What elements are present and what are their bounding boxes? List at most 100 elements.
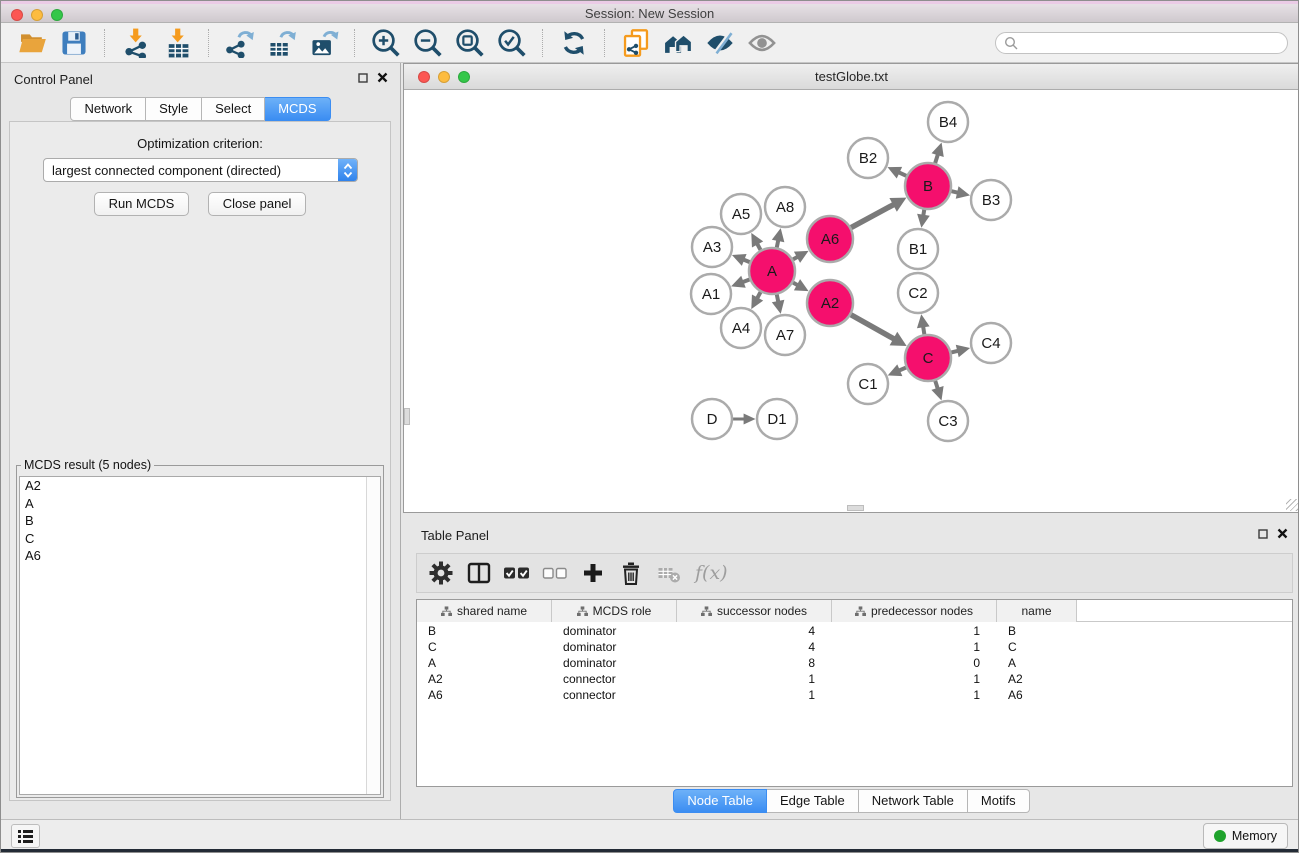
float-panel-icon[interactable] (358, 73, 368, 83)
table-row[interactable]: Bdominator41B (417, 623, 1292, 639)
home-button[interactable] (661, 26, 695, 60)
column-header-predecessor-nodes[interactable]: predecessor nodes (832, 600, 997, 622)
open-folder-icon (17, 28, 47, 58)
search-input[interactable] (1023, 35, 1279, 51)
table-cell[interactable]: 4 (677, 623, 832, 639)
export-table-icon (267, 28, 297, 58)
split-handle-horizontal[interactable] (847, 505, 864, 511)
run-mcds-button[interactable]: Run MCDS (94, 192, 190, 216)
table-cell[interactable]: dominator (552, 655, 677, 671)
column-header-successor-nodes[interactable]: successor nodes (677, 600, 832, 622)
refresh-button[interactable] (557, 26, 591, 60)
table-cell[interactable]: 0 (832, 655, 997, 671)
close-panel-icon[interactable] (1277, 528, 1288, 539)
zoom-selected-button[interactable] (495, 26, 529, 60)
table-cell[interactable]: 1 (832, 671, 997, 687)
tab-edge-table[interactable]: Edge Table (767, 789, 859, 813)
column-header-mcds-role[interactable]: MCDS role (552, 600, 677, 622)
export-image-button[interactable] (307, 26, 341, 60)
table-cell[interactable]: A6 (417, 687, 552, 703)
copy-network-button[interactable] (619, 26, 653, 60)
table-cell[interactable]: C (997, 639, 1077, 655)
table-settings-button[interactable] (427, 559, 455, 587)
table-cell[interactable]: 1 (832, 623, 997, 639)
table-body: Bdominator41BCdominator41CAdominator80AA… (417, 623, 1292, 786)
shared-column-icon (577, 606, 588, 617)
export-network-button[interactable] (223, 26, 257, 60)
table-row[interactable]: A2connector11A2 (417, 671, 1292, 687)
table-cell[interactable]: 4 (677, 639, 832, 655)
graph-node-label: B3 (982, 192, 1000, 209)
network-canvas[interactable]: B4B2BB3A8A5A6B1A3AA1C2A2A4A7C4CC1C3DD1 (404, 90, 1299, 512)
table-cell[interactable]: 1 (832, 687, 997, 703)
mcds-result-item[interactable]: A6 (20, 547, 380, 565)
resize-grip[interactable] (1286, 499, 1298, 511)
tab-mcds[interactable]: MCDS (265, 97, 330, 121)
table-cell[interactable]: A (997, 655, 1077, 671)
table-cell[interactable]: B (997, 623, 1077, 639)
list-scrollbar[interactable] (366, 477, 380, 794)
criterion-dropdown[interactable]: largest connected component (directed) (43, 158, 358, 182)
table-cell[interactable]: 8 (677, 655, 832, 671)
tab-style[interactable]: Style (146, 97, 202, 121)
float-panel-icon[interactable] (1258, 529, 1268, 539)
function-builder-button[interactable]: f(x) (693, 559, 728, 587)
close-panel-icon[interactable] (377, 72, 388, 83)
add-column-button[interactable] (579, 559, 607, 587)
table-cell[interactable]: dominator (552, 639, 677, 655)
import-network-button[interactable] (119, 26, 153, 60)
tab-select[interactable]: Select (202, 97, 265, 121)
save-session-button[interactable] (57, 26, 91, 60)
mcds-result-list[interactable]: A2ABCA6 (19, 476, 381, 795)
table-cell[interactable]: B (417, 623, 552, 639)
close-panel-button[interactable]: Close panel (208, 192, 307, 216)
graph-edge-A2-C[interactable] (851, 315, 895, 340)
network-window-titlebar[interactable]: testGlobe.txt (404, 64, 1299, 90)
show-all-button[interactable] (745, 26, 779, 60)
table-cell[interactable]: A2 (997, 671, 1077, 687)
hide-selected-button[interactable] (703, 26, 737, 60)
memory-button[interactable]: Memory (1203, 823, 1288, 849)
table-cell[interactable]: dominator (552, 623, 677, 639)
mcds-result-item[interactable]: C (20, 530, 380, 548)
tab-network-table[interactable]: Network Table (859, 789, 968, 813)
table-row[interactable]: A6connector11A6 (417, 687, 1292, 703)
graph-edge-A6-B[interactable] (851, 204, 895, 228)
mcds-result-item[interactable]: A2 (20, 477, 380, 495)
split-handle-vertical[interactable] (404, 408, 410, 425)
table-cell[interactable]: 1 (677, 671, 832, 687)
open-session-button[interactable] (15, 26, 49, 60)
table-row[interactable]: Cdominator41C (417, 639, 1292, 655)
table-cell[interactable]: 1 (832, 639, 997, 655)
table-row[interactable]: Adominator80A (417, 655, 1292, 671)
import-table-button[interactable] (161, 26, 195, 60)
mcds-result-item[interactable]: B (20, 512, 380, 530)
task-history-button[interactable] (11, 824, 40, 848)
zoom-fit-button[interactable] (453, 26, 487, 60)
table-cell[interactable]: connector (552, 671, 677, 687)
delete-table-button[interactable] (655, 559, 683, 587)
table-cell[interactable]: A2 (417, 671, 552, 687)
export-table-button[interactable] (265, 26, 299, 60)
tab-network[interactable]: Network (70, 97, 146, 121)
table-cell[interactable]: 1 (677, 687, 832, 703)
zoom-out-button[interactable] (411, 26, 445, 60)
table-cell[interactable]: A6 (997, 687, 1077, 703)
zoom-in-button[interactable] (369, 26, 403, 60)
column-header-label: shared name (457, 604, 527, 618)
column-header-shared-name[interactable]: shared name (417, 600, 552, 622)
column-header-name[interactable]: name (997, 600, 1077, 622)
tab-node-table[interactable]: Node Table (673, 789, 767, 813)
delete-column-button[interactable] (617, 559, 645, 587)
table-cell[interactable]: A (417, 655, 552, 671)
graph-node-label: C3 (938, 413, 957, 430)
graph-node-label: B (923, 178, 933, 195)
memory-label: Memory (1232, 829, 1277, 843)
select-all-rows-button[interactable] (503, 559, 531, 587)
tab-motifs[interactable]: Motifs (968, 789, 1030, 813)
deselect-all-rows-button[interactable] (541, 559, 569, 587)
mcds-result-item[interactable]: A (20, 495, 380, 513)
column-visibility-button[interactable] (465, 559, 493, 587)
table-cell[interactable]: C (417, 639, 552, 655)
table-cell[interactable]: connector (552, 687, 677, 703)
